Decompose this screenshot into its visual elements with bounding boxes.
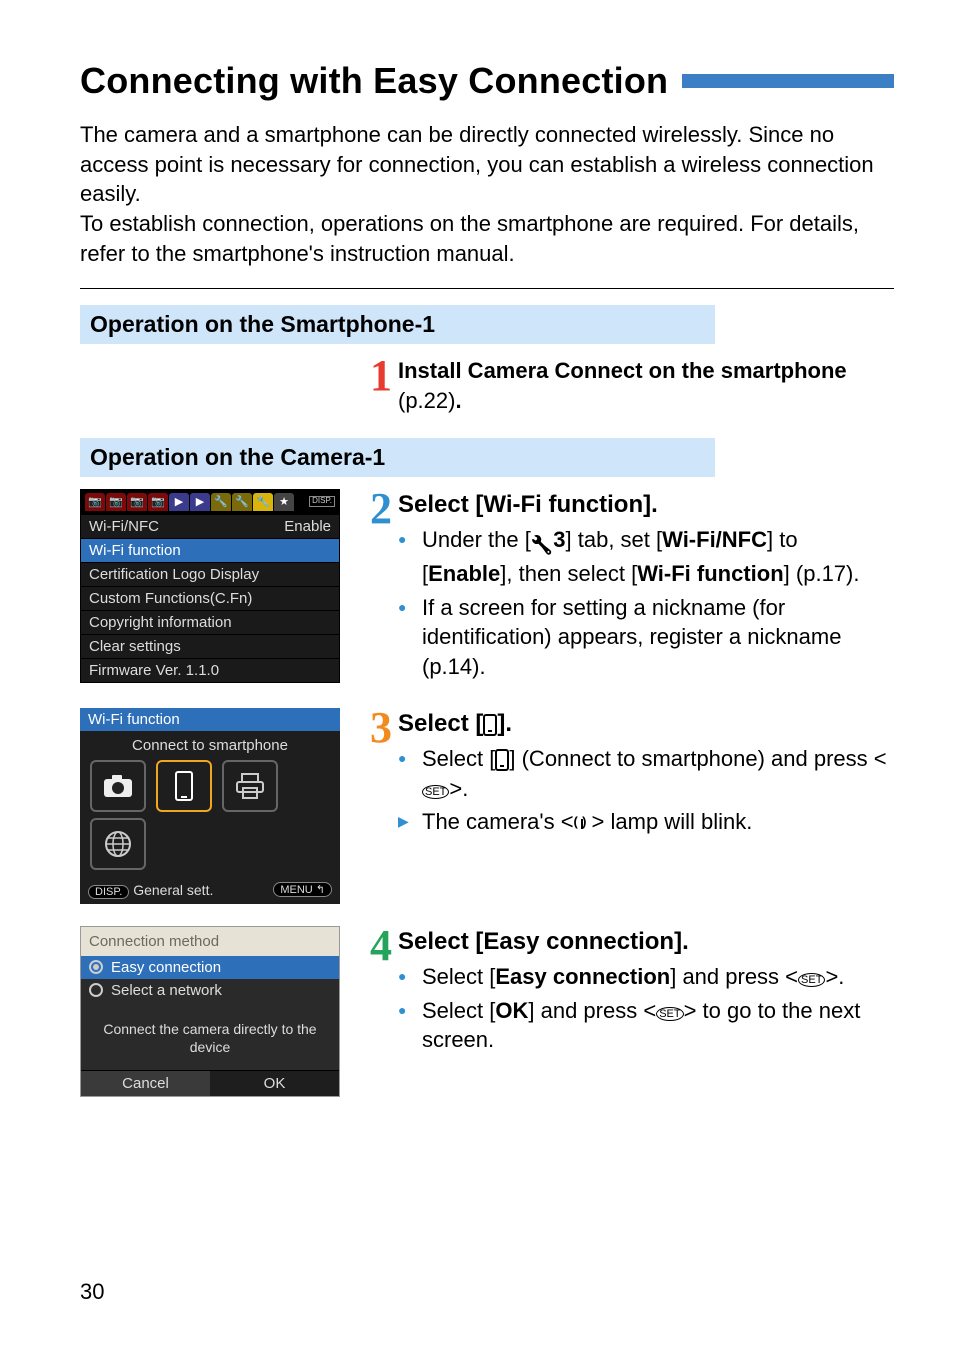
intro-paragraph: The camera and a smartphone can be direc… — [80, 120, 894, 268]
page-title: Connecting with Easy Connection — [80, 60, 668, 102]
cam2-icon-printer — [222, 760, 278, 812]
section-divider — [80, 288, 894, 289]
menu-row-wifi-nfc: Wi-Fi/NFCEnable — [81, 514, 339, 538]
cam2-title: Wi-Fi function — [80, 708, 340, 731]
step2-bullet-1: Under the [3] tab, set [Wi-Fi/NFC] to [E… — [398, 525, 894, 588]
menu-row-clear: Clear settings — [81, 634, 339, 658]
step4-bullet-2: Select [OK] and press <SET> to go to the… — [398, 996, 894, 1055]
tab-shoot-4: 📷 — [148, 493, 168, 511]
cam2-footer-left: General sett. — [133, 882, 213, 898]
tab-custom: ★ — [274, 493, 294, 511]
cam3-ok-button: OK — [210, 1070, 339, 1096]
cam2-subtitle: Connect to smartphone — [80, 731, 340, 760]
phone-icon — [495, 749, 509, 771]
phone-icon — [483, 714, 497, 736]
cam2-icon-smartphone — [156, 760, 212, 812]
smartphone-icon — [175, 771, 193, 801]
menu-row-copyright: Copyright information — [81, 610, 339, 634]
step-number-2: 2 — [370, 489, 392, 529]
step3-title: Select []. — [398, 708, 894, 740]
menu-row-custom-fn: Custom Functions(C.Fn) — [81, 586, 339, 610]
camera-icon — [103, 774, 133, 798]
camera-section-heading: Operation on the Camera-1 — [80, 438, 715, 477]
tab-setup-1: 🔧 — [211, 493, 231, 511]
cam3-option-network: Select a network — [81, 979, 339, 1002]
tab-shoot-3: 📷 — [127, 493, 147, 511]
camera-tabs: 📷 📷 📷 📷 ▶ ▶ 🔧 🔧 🔧 ★ DISP. — [81, 490, 339, 514]
title-accent-bar — [682, 74, 894, 88]
cam3-message: Connect the camera directly to the devic… — [81, 1002, 339, 1070]
radio-filled-icon — [89, 960, 103, 974]
set-button-icon: SET — [798, 973, 825, 987]
set-button-icon: SET — [422, 785, 449, 799]
page-number: 30 — [80, 1279, 104, 1305]
step3-bullet-1: Select [] (Connect to smartphone) and pr… — [398, 744, 894, 803]
step2-title: Select [Wi-Fi function]. — [398, 489, 894, 521]
cam3-cancel-button: Cancel — [81, 1070, 210, 1096]
smartphone-section-heading: Operation on the Smartphone-1 — [80, 305, 715, 344]
step4-bullet-1: Select [Easy connection] and press <SET>… — [398, 962, 894, 992]
tab-shoot-2: 📷 — [106, 493, 126, 511]
tab-play-1: ▶ — [169, 493, 189, 511]
tab-shoot-1: 📷 — [85, 493, 105, 511]
menu-row-cert-logo: Certification Logo Display — [81, 562, 339, 586]
wifi-lamp-icon — [574, 815, 592, 831]
step-number-1: 1 — [370, 356, 392, 396]
disp-pill: DISP. — [88, 885, 129, 899]
disp-tag: DISP. — [309, 496, 335, 507]
menu-row-wifi-function: Wi-Fi function — [81, 538, 339, 562]
step3-bullet-2: The camera's <> lamp will blink. — [398, 807, 894, 837]
cam2-icon-web — [90, 818, 146, 870]
cam3-option-easy: Easy connection — [81, 956, 339, 979]
radio-empty-icon — [89, 983, 103, 997]
printer-icon — [236, 773, 264, 799]
camera-connection-method-screenshot: Connection method Easy connection Select… — [80, 926, 340, 1097]
wrench-icon — [531, 529, 553, 559]
cam2-icon-camera — [90, 760, 146, 812]
tab-setup-2: 🔧 — [232, 493, 252, 511]
camera-wifi-function-screenshot: Wi-Fi function Connect to smartphone — [80, 708, 340, 904]
step2-bullet-2: If a screen for setting a nickname (for … — [398, 593, 894, 682]
menu-row-firmware: Firmware Ver. 1.1.0 — [81, 658, 339, 682]
cam3-title: Connection method — [81, 927, 339, 956]
menu-return-pill: MENU ↰ — [273, 882, 332, 897]
camera-menu-screenshot-1: 📷 📷 📷 📷 ▶ ▶ 🔧 🔧 🔧 ★ DISP. Wi-Fi/NFCEnabl… — [80, 489, 340, 683]
tab-setup-3-active: 🔧 — [253, 493, 273, 511]
step-number-3: 3 — [370, 708, 392, 748]
step4-title: Select [Easy connection]. — [398, 926, 894, 958]
set-button-icon: SET — [656, 1007, 683, 1021]
step-number-4: 4 — [370, 926, 392, 966]
globe-icon — [104, 830, 132, 858]
tab-play-2: ▶ — [190, 493, 210, 511]
step1-text: Install Camera Connect on the smartphone… — [398, 356, 894, 415]
